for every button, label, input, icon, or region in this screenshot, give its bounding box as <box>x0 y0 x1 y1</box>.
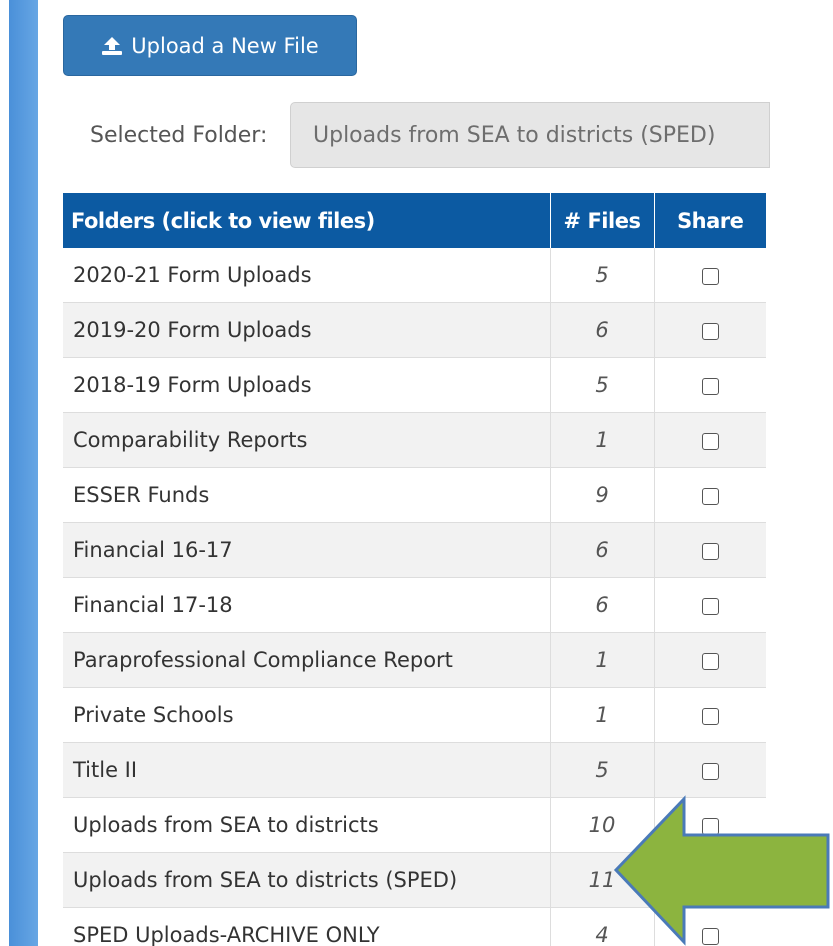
header-share: Share <box>654 193 766 248</box>
share-checkbox[interactable] <box>701 707 719 725</box>
folder-name-link[interactable]: Private Schools <box>63 687 551 743</box>
share-checkbox[interactable] <box>701 762 719 780</box>
share-cell <box>654 522 766 578</box>
folder-file-count: 5 <box>550 248 655 303</box>
folder-row[interactable]: 2018-19 Form Uploads 5 <box>63 357 766 413</box>
folder-file-count: 1 <box>550 632 655 688</box>
folder-file-count: 6 <box>550 522 655 578</box>
folder-row[interactable]: Private Schools 1 <box>63 687 766 743</box>
folder-name-link[interactable]: Comparability Reports <box>63 412 551 468</box>
folder-name-link[interactable]: 2020-21 Form Uploads <box>63 248 551 303</box>
share-cell <box>654 577 766 633</box>
share-checkbox[interactable] <box>701 377 719 395</box>
selected-folder-field: Uploads from SEA to districts (SPED) <box>290 102 770 168</box>
folder-row[interactable]: 2019-20 Form Uploads 6 <box>63 302 766 358</box>
green-pointer-arrow <box>613 795 830 946</box>
share-cell <box>654 632 766 688</box>
upload-button-label: Upload a New File <box>131 33 319 58</box>
folder-name-link[interactable]: Financial 16-17 <box>63 522 551 578</box>
share-cell <box>654 742 766 798</box>
folder-row[interactable]: Comparability Reports 1 <box>63 412 766 468</box>
folder-name-link[interactable]: Paraprofessional Compliance Report <box>63 632 551 688</box>
folder-file-count: 5 <box>550 742 655 798</box>
folder-row[interactable]: ESSER Funds 9 <box>63 467 766 523</box>
folder-file-count: 9 <box>550 467 655 523</box>
folder-name-link[interactable]: 2019-20 Form Uploads <box>63 302 551 358</box>
share-cell <box>654 302 766 358</box>
folder-row[interactable]: Title II 5 <box>63 742 766 798</box>
folder-row[interactable]: Financial 16-17 6 <box>63 522 766 578</box>
folder-file-count: 6 <box>550 577 655 633</box>
upload-new-file-button[interactable]: Upload a New File <box>63 15 357 76</box>
folder-row[interactable]: Paraprofessional Compliance Report 1 <box>63 632 766 688</box>
share-cell <box>654 357 766 413</box>
share-checkbox[interactable] <box>701 487 719 505</box>
folder-file-count: 5 <box>550 357 655 413</box>
share-cell <box>654 248 766 303</box>
folder-row[interactable]: Financial 17-18 6 <box>63 577 766 633</box>
selected-folder-label: Selected Folder: <box>90 122 268 148</box>
share-checkbox[interactable] <box>701 597 719 615</box>
folder-name-link[interactable]: Uploads from SEA to districts <box>63 797 551 853</box>
page: Upload a New File Selected Folder: Uploa… <box>0 0 833 946</box>
share-cell <box>654 412 766 468</box>
header-folders: Folders (click to view files) <box>63 193 551 248</box>
share-checkbox[interactable] <box>701 542 719 560</box>
folder-file-count: 1 <box>550 687 655 743</box>
folder-name-link[interactable]: Financial 17-18 <box>63 577 551 633</box>
folder-row[interactable]: 2020-21 Form Uploads 5 <box>63 248 766 303</box>
header-file-count: # Files <box>550 193 655 248</box>
folder-name-link[interactable]: SPED Uploads-ARCHIVE ONLY <box>63 907 551 946</box>
folder-name-link[interactable]: Uploads from SEA to districts (SPED) <box>63 852 551 908</box>
folder-name-link[interactable]: 2018-19 Form Uploads <box>63 357 551 413</box>
share-cell <box>654 687 766 743</box>
folder-name-link[interactable]: ESSER Funds <box>63 467 551 523</box>
folder-name-link[interactable]: Title II <box>63 742 551 798</box>
share-checkbox[interactable] <box>701 652 719 670</box>
folders-table-header: Folders (click to view files) # Files Sh… <box>63 193 766 248</box>
folder-file-count: 6 <box>550 302 655 358</box>
share-checkbox[interactable] <box>701 322 719 340</box>
share-checkbox[interactable] <box>701 432 719 450</box>
selected-folder-row: Selected Folder: Uploads from SEA to dis… <box>90 102 770 168</box>
left-sidebar-rail <box>9 0 38 946</box>
share-checkbox[interactable] <box>701 267 719 285</box>
upload-icon <box>101 36 123 56</box>
share-cell <box>654 467 766 523</box>
folder-file-count: 1 <box>550 412 655 468</box>
